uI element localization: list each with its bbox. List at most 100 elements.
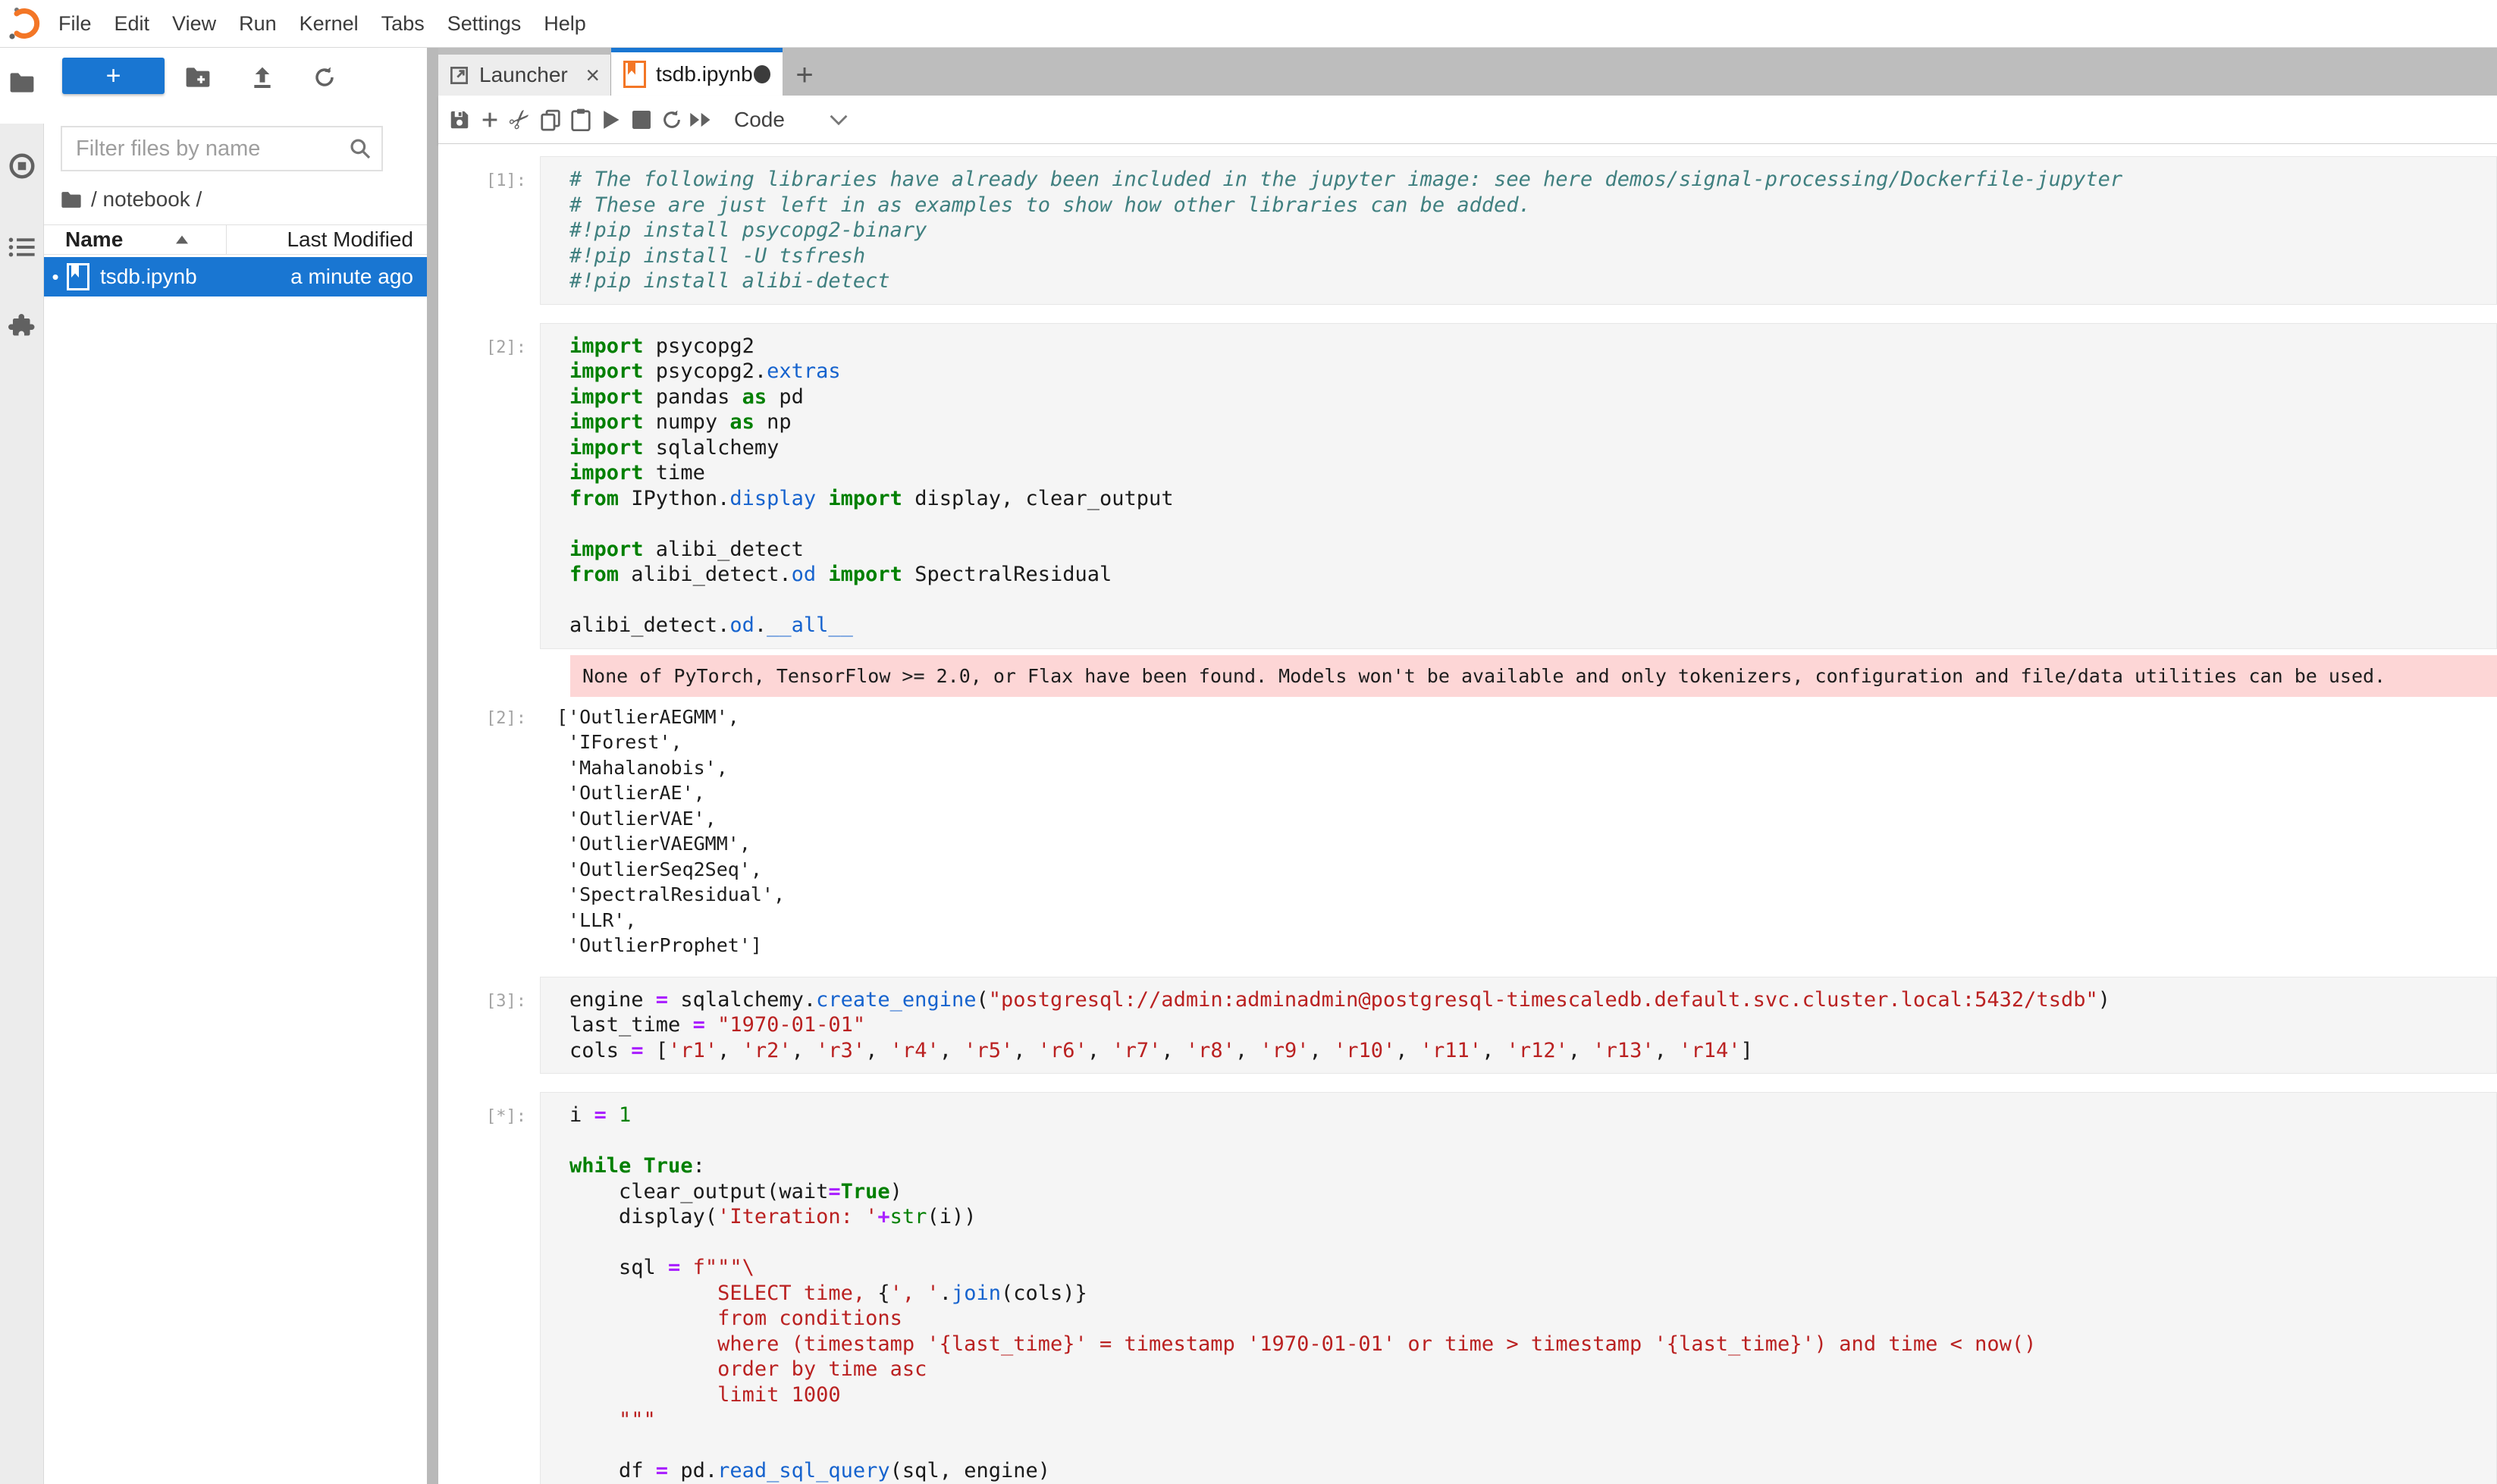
panel-splitter-handle[interactable] bbox=[427, 48, 438, 1484]
notebook-cell: [*]:i = 1 while True: clear_output(wait=… bbox=[438, 1092, 2497, 1484]
menu-help[interactable]: Help bbox=[532, 0, 598, 47]
column-header-last-modified[interactable]: Last Modified bbox=[226, 225, 427, 254]
notebook-cell: [1]:# The following libraries have alrea… bbox=[438, 156, 2497, 305]
file-list-header: Name Last Modified bbox=[44, 224, 427, 255]
menu-kernel[interactable]: Kernel bbox=[288, 0, 370, 47]
code-line: #!pip install -U tsfresh bbox=[569, 243, 2496, 269]
menu-view[interactable]: View bbox=[161, 0, 227, 47]
code-line: import numpy as np bbox=[569, 409, 2496, 435]
launcher-icon bbox=[449, 65, 469, 86]
code-line: """ bbox=[569, 1407, 2496, 1433]
column-header-name[interactable]: Name bbox=[44, 227, 226, 252]
unsaved-changes-dot[interactable] bbox=[754, 65, 770, 83]
close-icon[interactable]: × bbox=[585, 63, 600, 87]
output-line: 'OutlierSeq2Seq', bbox=[557, 857, 2497, 883]
code-line: engine = sqlalchemy.create_engine("postg… bbox=[569, 987, 2496, 1013]
input-prompt: [2]: bbox=[438, 323, 540, 649]
refresh-icon[interactable] bbox=[311, 64, 338, 91]
output-prompt bbox=[438, 655, 540, 697]
cell-type-select[interactable]: Code bbox=[734, 108, 785, 132]
file-filter-box bbox=[61, 126, 383, 171]
input-prompt: [1]: bbox=[438, 156, 540, 305]
add-tab-button[interactable]: + bbox=[783, 55, 827, 96]
new-folder-icon[interactable] bbox=[184, 64, 212, 91]
code-line bbox=[569, 1230, 2496, 1256]
run-icon[interactable] bbox=[596, 102, 626, 138]
menu-edit[interactable]: Edit bbox=[103, 0, 162, 47]
notebook-cell: [2]:import psycopg2import psycopg2.extra… bbox=[438, 323, 2497, 958]
file-name: tsdb.ipynb bbox=[100, 265, 197, 289]
code-line: sql = f"""\ bbox=[569, 1255, 2496, 1281]
home-folder-icon[interactable] bbox=[61, 191, 82, 209]
upload-icon[interactable] bbox=[249, 64, 276, 91]
code-editor[interactable]: i = 1 while True: clear_output(wait=True… bbox=[540, 1092, 2497, 1484]
running-kernels-icon[interactable] bbox=[8, 152, 36, 180]
code-line: import pandas as pd bbox=[569, 384, 2496, 410]
breadcrumb[interactable]: / notebook / bbox=[61, 187, 427, 212]
notebook-scroll-area[interactable]: [1]:# The following libraries have alrea… bbox=[438, 144, 2497, 1484]
output-line: ['OutlierAEGMM', bbox=[557, 704, 2497, 730]
menu-file[interactable]: File bbox=[47, 0, 103, 47]
code-line: import time bbox=[569, 460, 2496, 486]
file-browser-panel: + / notebook / Name Last Modified bbox=[44, 48, 427, 1484]
notebook-cell: [3]:engine = sqlalchemy.create_engine("p… bbox=[438, 977, 2497, 1075]
breadcrumb-path: / notebook / bbox=[91, 187, 202, 212]
restart-kernel-icon[interactable] bbox=[657, 102, 687, 138]
code-line bbox=[569, 1128, 2496, 1154]
dock-tab-bar: Launcher × tsdb.ipynb + bbox=[438, 47, 2497, 96]
code-line: display('Iteration: '+str(i)) bbox=[569, 1204, 2496, 1230]
code-line: import psycopg2 bbox=[569, 334, 2496, 359]
file-last-modified: a minute ago bbox=[197, 265, 427, 289]
notebook-icon bbox=[623, 61, 646, 88]
code-editor[interactable]: import psycopg2import psycopg2.extrasimp… bbox=[540, 323, 2497, 649]
code-line: import sqlalchemy bbox=[569, 435, 2496, 461]
code-line: # These are just left in as examples to … bbox=[569, 193, 2496, 218]
search-icon bbox=[348, 136, 372, 161]
code-line: import alibi_detect bbox=[569, 537, 2496, 563]
output-line: 'OutlierVAEGMM', bbox=[557, 831, 2497, 857]
menu-run[interactable]: Run bbox=[227, 0, 288, 47]
filter-files-input[interactable] bbox=[62, 136, 335, 162]
code-line: cols = ['r1', 'r2', 'r3', 'r4', 'r5', 'r… bbox=[569, 1038, 2496, 1064]
stderr-output: None of PyTorch, TensorFlow >= 2.0, or F… bbox=[570, 655, 2497, 697]
code-line: last_time = "1970-01-01" bbox=[569, 1012, 2496, 1038]
notebook-file-icon bbox=[67, 263, 89, 290]
code-line: df = pd.read_sql_query(sql, engine) bbox=[569, 1458, 2496, 1484]
output-line: 'Mahalanobis', bbox=[557, 755, 2497, 781]
table-of-contents-icon[interactable] bbox=[8, 234, 36, 261]
save-icon[interactable] bbox=[444, 102, 475, 138]
chevron-down-icon[interactable] bbox=[829, 114, 849, 126]
paste-icon[interactable] bbox=[566, 102, 596, 138]
code-line: from IPython.display import display, cle… bbox=[569, 486, 2496, 512]
code-line: alibi_detect.od.__all__ bbox=[569, 613, 2496, 638]
code-line: order by time asc bbox=[569, 1357, 2496, 1382]
code-line: i = 1 bbox=[569, 1103, 2496, 1128]
run-all-icon[interactable] bbox=[687, 102, 717, 138]
stop-icon[interactable] bbox=[626, 102, 657, 138]
code-line bbox=[569, 588, 2496, 613]
menu-settings[interactable]: Settings bbox=[436, 0, 533, 47]
code-line bbox=[569, 511, 2496, 537]
tab-tsdb-ipynb[interactable]: tsdb.ipynb bbox=[611, 47, 783, 96]
extensions-puzzle-icon[interactable] bbox=[8, 312, 36, 339]
output-line: 'SpectralResidual', bbox=[557, 882, 2497, 908]
menu-tabs[interactable]: Tabs bbox=[370, 0, 436, 47]
code-line: while True: bbox=[569, 1153, 2496, 1179]
file-row-tsdb-ipynb[interactable]: • tsdb.ipynb a minute ago bbox=[44, 257, 427, 296]
jupyter-logo-icon bbox=[5, 2, 47, 45]
code-line: from alibi_detect.od import SpectralResi… bbox=[569, 562, 2496, 588]
main-dock-panel: Launcher × tsdb.ipynb + ✂ bbox=[438, 47, 2497, 1484]
file-browser-toolbar: + bbox=[44, 58, 427, 105]
code-editor[interactable]: # The following libraries have already b… bbox=[540, 156, 2497, 305]
code-line bbox=[569, 1433, 2496, 1459]
execute-result: ['OutlierAEGMM', 'IForest', 'Mahalanobis… bbox=[540, 704, 2497, 958]
code-editor[interactable]: engine = sqlalchemy.create_engine("postg… bbox=[540, 977, 2497, 1075]
tab-launcher[interactable]: Launcher × bbox=[438, 55, 611, 96]
code-line: from conditions bbox=[569, 1306, 2496, 1332]
code-line: where (timestamp '{last_time}' = timesta… bbox=[569, 1332, 2496, 1357]
folder-icon[interactable] bbox=[8, 69, 36, 96]
notebook-toolbar: ✂ Code bbox=[438, 96, 2497, 144]
top-menu-bar: File Edit View Run Kernel Tabs Settings … bbox=[0, 0, 2497, 48]
code-line: clear_output(wait=True) bbox=[569, 1179, 2496, 1205]
new-launcher-button[interactable]: + bbox=[62, 58, 165, 94]
